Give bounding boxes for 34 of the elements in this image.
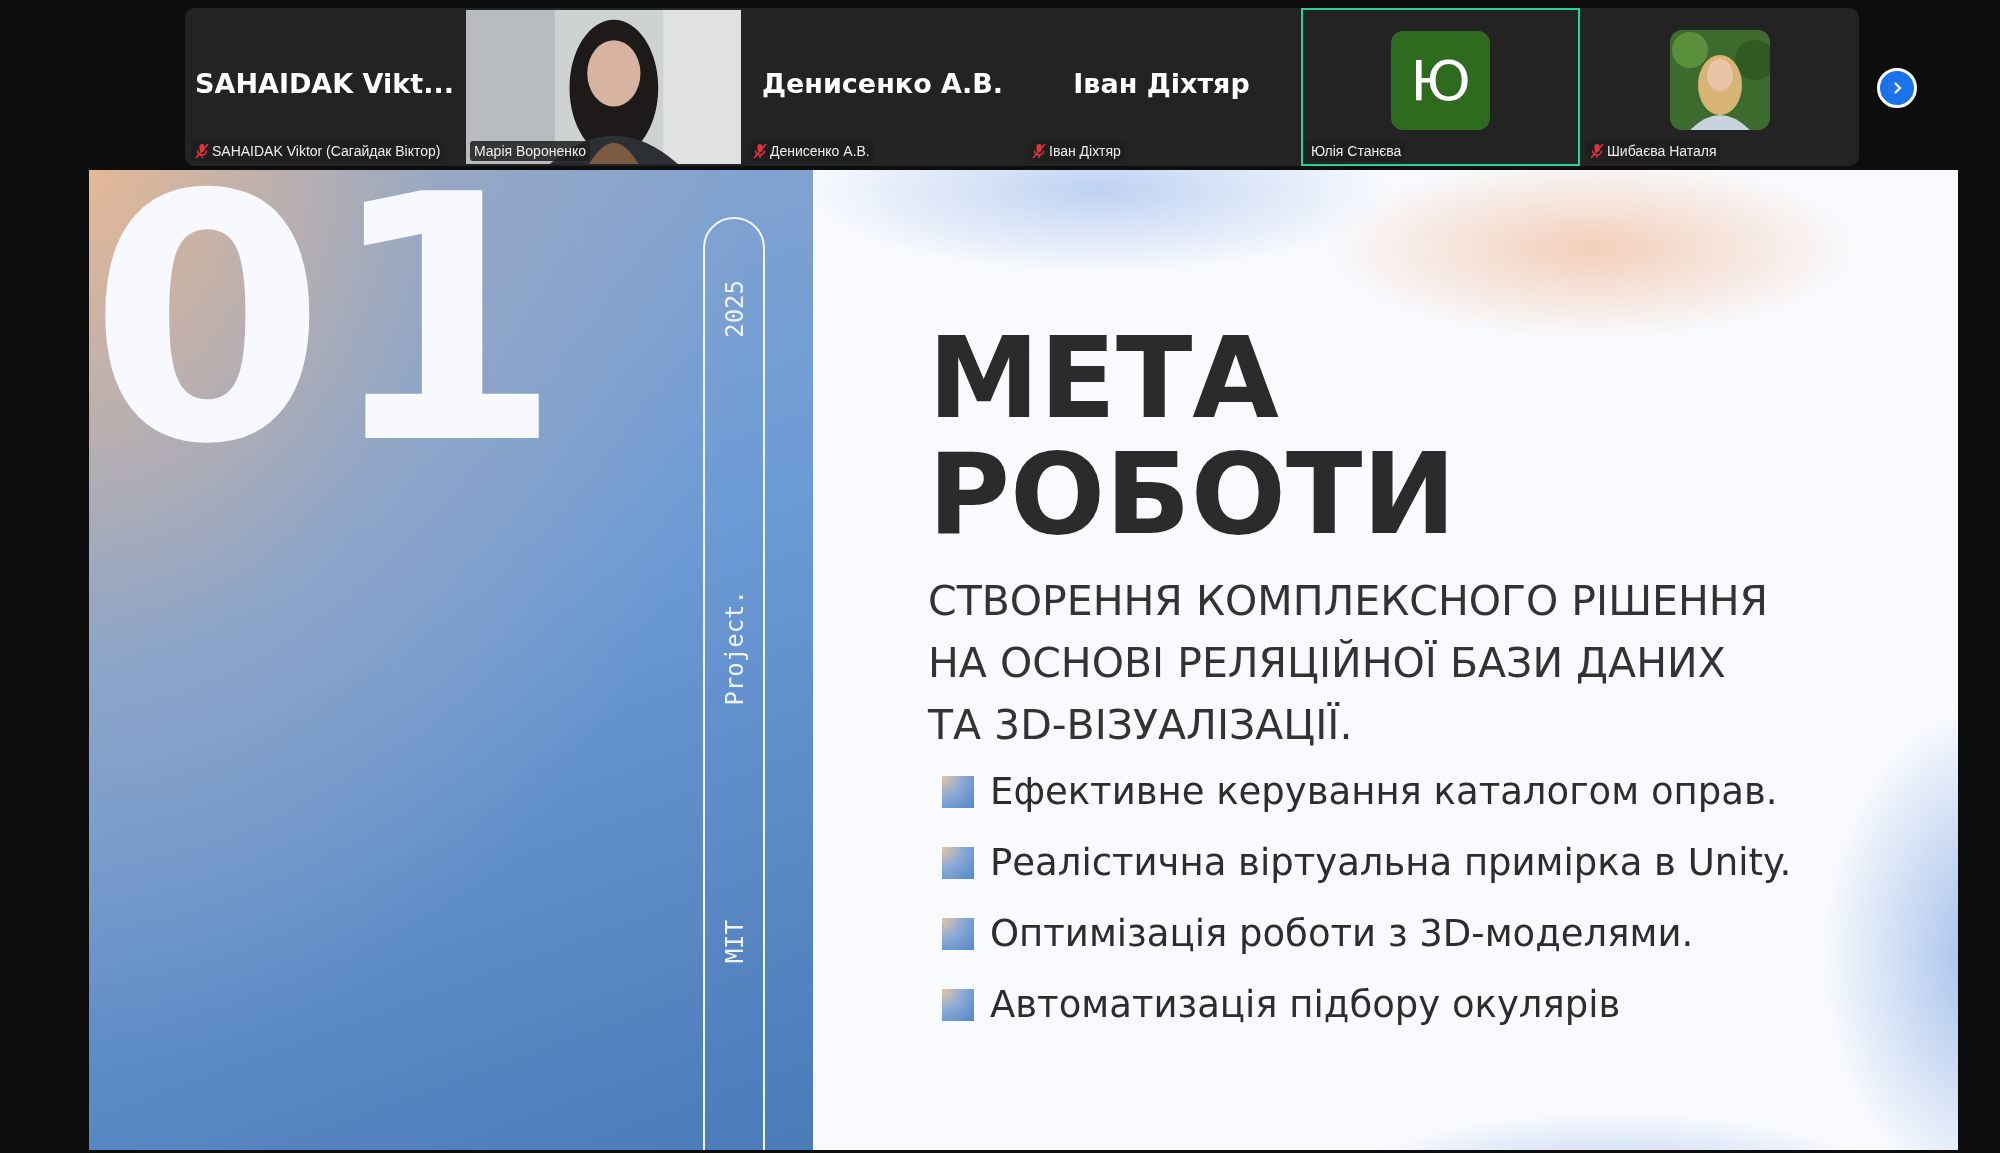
slide-number: 01 [89, 170, 563, 490]
bullet-square-icon [942, 988, 974, 1021]
bullet-square-icon [942, 917, 974, 950]
participant-label: Юлія Станєва [1311, 143, 1402, 159]
muted-mic-icon [195, 143, 209, 159]
muted-mic-icon [753, 143, 767, 159]
bullet-text: Ефективне керування каталогом оправ. [990, 770, 1778, 813]
participant-label: Іван Діхтяр [1049, 143, 1121, 159]
next-page-button[interactable] [1877, 68, 1917, 108]
side-label: 2025 [721, 280, 749, 338]
bullet-square-icon [942, 775, 974, 808]
slide-subtitle: ТА 3D-ВІЗУАЛІЗАЦІЇ. [928, 700, 1354, 751]
side-label: Project. [721, 590, 749, 706]
slide-title: МЕТА [928, 320, 1281, 436]
side-label: MIT [721, 920, 749, 964]
bullet-text: Оптимізація роботи з 3D-моделями. [990, 912, 1694, 955]
muted-mic-icon [1032, 143, 1046, 159]
slide-subtitle: СТВОРЕННЯ КОМПЛЕКСНОГО РІШЕННЯ [928, 576, 1770, 627]
participant-name: Денисенко А.В. [761, 67, 1004, 99]
participant-tile[interactable]: Ю Юлія Станєва [1301, 8, 1580, 166]
participant-label: Денисенко А.В. [770, 143, 870, 159]
muted-mic-icon [1590, 143, 1604, 159]
participant-label: Шибаєва Наталя [1607, 143, 1717, 159]
avatar: Ю [1391, 30, 1490, 130]
bullet-text: Автоматизація підбору окулярів [990, 983, 1621, 1026]
participant-name: Іван Діхтяр [1073, 67, 1250, 99]
participant-tile[interactable]: Марія Вороненко [464, 8, 743, 166]
bullet-text: Реалістична віртуальна примірка в Unity. [990, 841, 1792, 884]
participant-label: SAHAIDAK Viktor (Сагайдак Віктор) [212, 143, 441, 159]
slide-title: РОБОТИ [928, 436, 1457, 552]
bullet-square-icon [942, 846, 974, 879]
slide-subtitle: НА ОСНОВІ РЕЛЯЦІЙНОЇ БАЗИ ДАНИХ [928, 638, 1727, 689]
participant-label: Марія Вороненко [474, 143, 586, 159]
participant-name: SAHAIDAK Vikt... [195, 67, 454, 99]
